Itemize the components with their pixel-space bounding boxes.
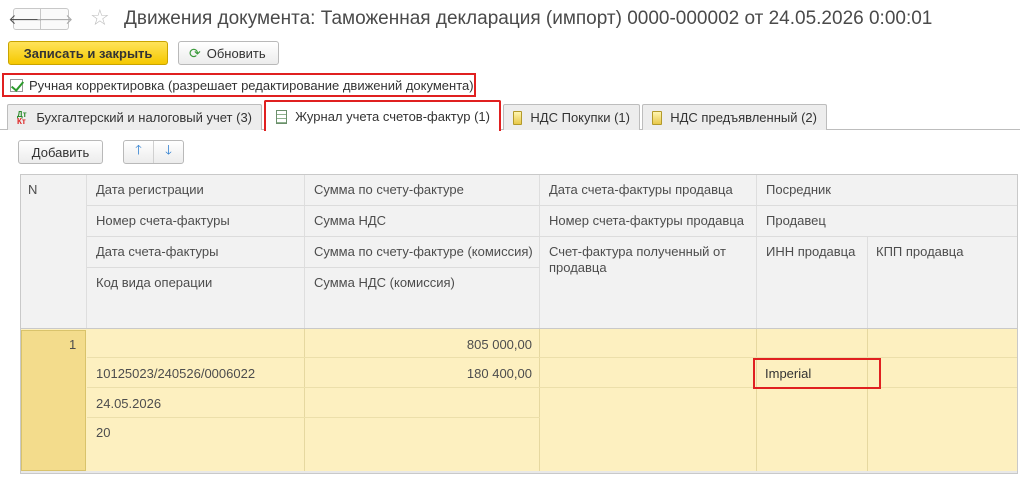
tab-accounting[interactable]: Дт Кт Бухгалтерский и налоговый учет (3) <box>7 104 262 130</box>
refresh-label: Обновить <box>206 45 266 61</box>
add-button[interactable]: Добавить <box>18 140 103 164</box>
header-seller-kpp[interactable]: КПП продавца <box>876 244 963 259</box>
manual-correction-label: Ручная корректировка (разрешает редактир… <box>29 77 474 93</box>
header-op-code[interactable]: Код вида операции <box>96 275 212 290</box>
refresh-icon: ⟳ <box>189 44 201 61</box>
header-n[interactable]: N <box>28 182 37 197</box>
tab-label: Бухгалтерский и налоговый учет (3) <box>36 110 252 125</box>
header-seller-invoice-date[interactable]: Дата счета-фактуры продавца <box>549 182 733 197</box>
header-amount-commission[interactable]: Сумма по счету-фактуре (комиссия) <box>314 244 533 259</box>
header-reg-date[interactable]: Дата регистрации <box>96 182 204 197</box>
save-close-button[interactable]: Записать и закрыть <box>8 41 168 65</box>
row-col-3 <box>540 329 757 471</box>
forward-arrow-icon[interactable]: 🡒 <box>36 8 73 30</box>
tab-label: Журнал учета счетов-фактур (1) <box>295 109 490 124</box>
header-invoice-date[interactable]: Дата счета-фактуры <box>96 244 218 259</box>
refresh-button[interactable]: ⟳ Обновить <box>178 41 279 65</box>
title-bar: 🡐 🡒 ☆ Движения документа: Таможенная дек… <box>0 0 1020 36</box>
star-icon[interactable]: ☆ <box>90 5 110 31</box>
tab-vat-presented[interactable]: НДС предъявленный (2) <box>642 104 827 130</box>
tab-label: НДС предъявленный (2) <box>670 110 817 125</box>
page-title: Движения документа: Таможенная деклараци… <box>124 8 933 29</box>
manual-correction-checkbox[interactable]: Ручная корректировка (разрешает редактир… <box>2 73 476 97</box>
register-icon <box>513 110 523 125</box>
register-tabs: Дт Кт Бухгалтерский и налоговый учет (3) … <box>0 100 1020 131</box>
row-amount: 805 000,00 <box>466 337 532 352</box>
invoice-journal-table: N Дата регистрации Номер счета-фактуры Д… <box>20 174 1018 474</box>
header-amount[interactable]: Сумма по счету-фактуре <box>314 182 464 197</box>
checkmark-icon[interactable] <box>10 78 23 92</box>
row-op-code: 20 <box>96 425 111 440</box>
accounting-icon: Дт Кт <box>17 109 27 126</box>
row-invoice-number: 10125023/240526/0006022 <box>96 366 256 381</box>
header-vat[interactable]: Сумма НДС <box>314 213 386 228</box>
row-seller-cell[interactable]: Imperial <box>753 358 881 389</box>
row-vat: 180 400,00 <box>466 366 532 381</box>
header-vat-commission[interactable]: Сумма НДС (комиссия) <box>314 275 455 290</box>
header-seller-invoice-number[interactable]: Номер счета-фактуры продавца <box>549 213 744 228</box>
move-up-icon[interactable]: 🡑 <box>124 141 153 163</box>
horizontal-scrollbar[interactable] <box>21 471 1017 473</box>
header-invoice-number[interactable]: Номер счета-фактуры <box>96 213 230 228</box>
header-seller-inn[interactable]: ИНН продавца <box>766 244 855 259</box>
row-number-cell[interactable] <box>21 330 86 471</box>
register-icon <box>652 110 663 125</box>
tab-invoice-journal[interactable]: Журнал учета счетов-фактур (1) <box>264 100 501 131</box>
tab-label: НДС Покупки (1) <box>530 110 630 125</box>
move-down-icon[interactable]: 🡓 <box>153 141 183 163</box>
tab-vat-purchases[interactable]: НДС Покупки (1) <box>503 104 640 130</box>
row-invoice-date: 24.05.2026 <box>96 396 162 411</box>
header-intermediary[interactable]: Посредник <box>766 182 831 197</box>
row-n: 1 <box>69 337 77 352</box>
journal-grid-icon <box>276 109 288 124</box>
header-col-n <box>21 175 87 329</box>
row-col-4a <box>757 329 868 471</box>
header-received-invoice[interactable]: Счет-фактура полученный от продавца <box>549 244 739 276</box>
move-buttons: 🡑 🡓 <box>123 140 184 164</box>
header-seller[interactable]: Продавец <box>766 213 826 228</box>
